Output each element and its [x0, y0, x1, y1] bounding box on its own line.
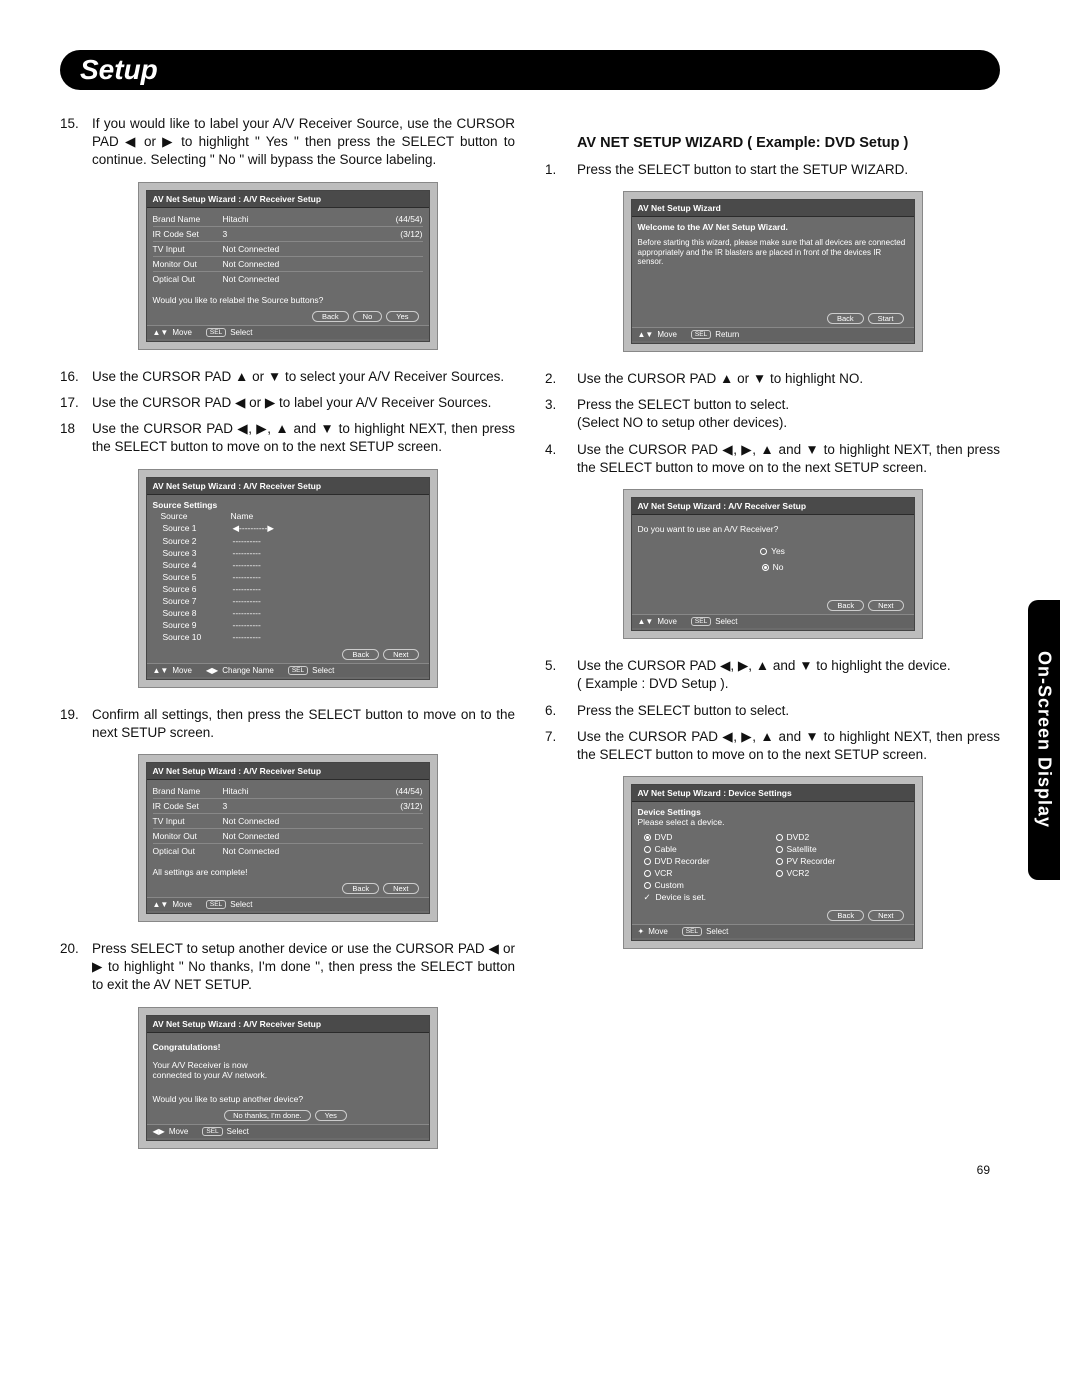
start-button[interactable]: Start — [868, 313, 904, 324]
radio-icon[interactable] — [644, 834, 651, 841]
radio-icon[interactable] — [776, 834, 783, 841]
radio-icon[interactable] — [760, 548, 767, 555]
radio-icon[interactable] — [644, 846, 651, 853]
next-button[interactable]: Next — [868, 600, 903, 611]
section-heading: AV NET SETUP WIZARD ( Example: DVD Setup… — [577, 135, 1000, 151]
radio-icon[interactable] — [644, 858, 651, 865]
page-title: Setup — [80, 54, 980, 86]
next-button[interactable]: Next — [383, 883, 418, 894]
back-button[interactable]: Back — [827, 600, 864, 611]
osd-screenshot-5: AV Net Setup Wizard Welcome to the AV Ne… — [623, 191, 923, 352]
osd-screenshot-1: AV Net Setup Wizard : A/V Receiver Setup… — [138, 182, 438, 350]
osd-screenshot-6: AV Net Setup Wizard : A/V Receiver Setup… — [623, 489, 923, 639]
done-button[interactable]: No thanks, I'm done. — [224, 1110, 311, 1121]
step-text: If you would like to label your A/V Rece… — [92, 115, 515, 170]
back-button[interactable]: Back — [342, 649, 379, 660]
back-button[interactable]: Back — [827, 313, 864, 324]
radio-icon[interactable] — [644, 870, 651, 877]
osd-screenshot-4: AV Net Setup Wizard : A/V Receiver Setup… — [138, 1007, 438, 1149]
radio-icon[interactable] — [776, 858, 783, 865]
back-button[interactable]: Back — [827, 910, 864, 921]
osd-screenshot-7: AV Net Setup Wizard : Device Settings De… — [623, 776, 923, 949]
osd-title: AV Net Setup Wizard : A/V Receiver Setup — [147, 191, 429, 208]
side-tab: On-Screen Display — [1028, 600, 1060, 880]
back-button[interactable]: Back — [312, 311, 349, 322]
sel-icon: SEL — [206, 328, 226, 337]
osd-screenshot-3: AV Net Setup Wizard : A/V Receiver Setup… — [138, 754, 438, 922]
next-button[interactable]: Next — [868, 910, 903, 921]
step-num: 15. — [60, 115, 92, 170]
check-icon: ✓ — [644, 892, 652, 903]
radio-icon[interactable] — [762, 564, 769, 571]
page-header: Setup — [60, 50, 1000, 90]
radio-icon[interactable] — [776, 870, 783, 877]
no-button[interactable]: No — [353, 311, 383, 322]
yes-button[interactable]: Yes — [386, 311, 418, 322]
back-button[interactable]: Back — [342, 883, 379, 894]
radio-icon[interactable] — [776, 846, 783, 853]
side-tab-label: On-Screen Display — [1034, 651, 1055, 828]
move-hint: ▲▼ Move — [153, 328, 192, 337]
page-number: 69 — [977, 1163, 990, 1177]
radio-icon[interactable] — [644, 882, 651, 889]
osd-screenshot-2: AV Net Setup Wizard : A/V Receiver Setup… — [138, 469, 438, 688]
yes-button[interactable]: Yes — [315, 1110, 347, 1121]
next-button[interactable]: Next — [383, 649, 418, 660]
